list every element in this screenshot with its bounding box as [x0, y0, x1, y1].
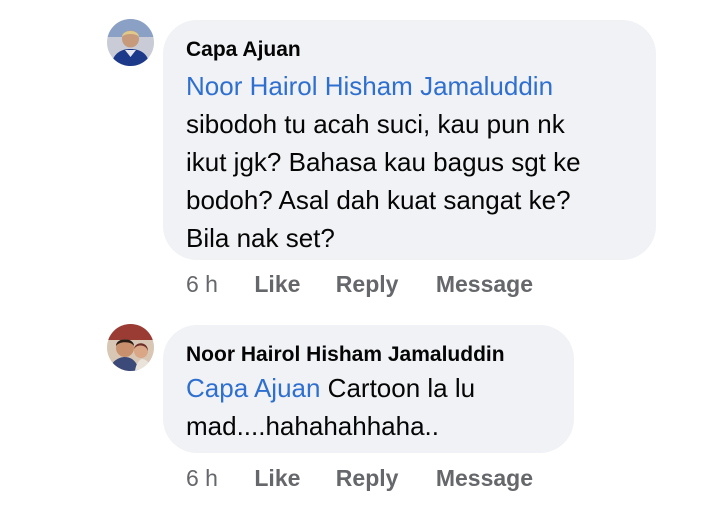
- comment-body: Capa Ajuan Cartoon la lu mad....hahahahh…: [186, 369, 475, 445]
- comment-actions: 6 h Like Reply Message: [186, 465, 533, 492]
- avatar[interactable]: [107, 324, 154, 371]
- comment-line: bodoh? Asal dah kuat sangat ke?: [186, 185, 571, 215]
- like-button[interactable]: Like: [254, 271, 300, 298]
- comment-timestamp[interactable]: 6 h: [186, 465, 218, 492]
- avatar[interactable]: [107, 19, 154, 66]
- comment-line: sibodoh tu acah suci, kau pun nk: [186, 109, 565, 139]
- comment-author[interactable]: Noor Hairol Hisham Jamaluddin: [186, 343, 505, 367]
- like-button[interactable]: Like: [254, 465, 300, 492]
- comment-text: Cartoon la lu: [320, 373, 476, 403]
- comment-line: Bila nak set?: [186, 223, 335, 253]
- reply-button[interactable]: Reply: [336, 465, 399, 492]
- reply-button[interactable]: Reply: [336, 271, 399, 298]
- comment-body: Noor Hairol Hisham Jamaluddin sibodoh tu…: [186, 67, 581, 257]
- message-button[interactable]: Message: [436, 271, 533, 298]
- message-button[interactable]: Message: [436, 465, 533, 492]
- comment-actions: 6 h Like Reply Message: [186, 271, 533, 298]
- mention-link[interactable]: Capa Ajuan: [186, 373, 320, 403]
- comment-author[interactable]: Capa Ajuan: [186, 38, 301, 62]
- avatar-photo: [107, 324, 154, 371]
- mention-link[interactable]: Noor Hairol Hisham Jamaluddin: [186, 71, 553, 101]
- comment-thread: Capa Ajuan Noor Hairol Hisham Jamaluddin…: [0, 0, 720, 506]
- avatar-photo: [107, 19, 154, 66]
- comment-line: ikut jgk? Bahasa kau bagus sgt ke: [186, 147, 581, 177]
- comment-timestamp[interactable]: 6 h: [186, 271, 218, 298]
- comment-line: mad....hahahahhaha..: [186, 411, 439, 441]
